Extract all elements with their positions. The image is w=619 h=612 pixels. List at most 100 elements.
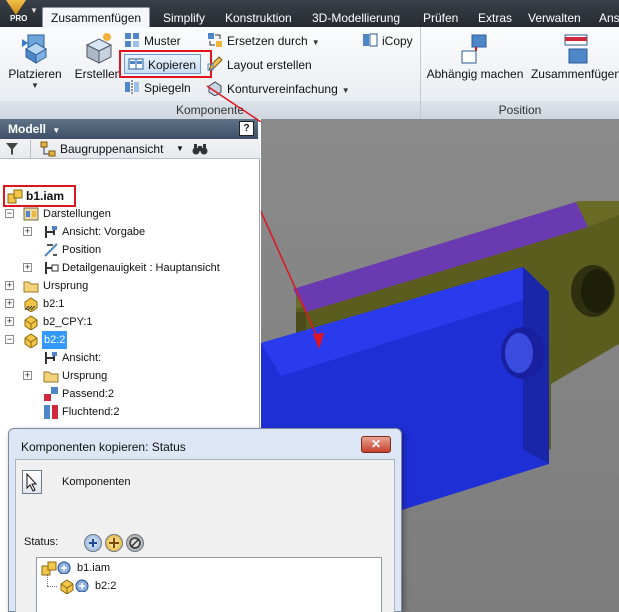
chevron-down-icon: ▼ bbox=[341, 86, 350, 95]
constrain-icon bbox=[458, 31, 492, 67]
folder-icon bbox=[43, 368, 59, 384]
browser-header: Modell ▼ ? Baugruppenansicht ▼ bbox=[0, 119, 260, 159]
icopy-icon bbox=[362, 32, 378, 48]
layout-pencil-icon bbox=[207, 56, 223, 72]
tab-zusammenfuegen[interactable]: Zusammenfügen bbox=[42, 7, 151, 27]
view-rep-icon bbox=[43, 350, 59, 366]
find-binoculars-icon[interactable] bbox=[192, 141, 208, 160]
close-icon[interactable]: ✕ bbox=[361, 436, 391, 453]
icopy-label: iCopy bbox=[382, 34, 413, 48]
tab-konstruktion[interactable]: Konstruktion bbox=[225, 9, 292, 27]
annotation-arrow-start bbox=[206, 85, 262, 122]
help-icon[interactable]: ? bbox=[239, 121, 254, 136]
add-icon bbox=[89, 539, 97, 547]
expand-icon[interactable]: + bbox=[5, 281, 14, 290]
chevron-down-icon[interactable]: ▼ bbox=[176, 144, 184, 153]
tree-connector bbox=[47, 586, 57, 587]
tree-label: b2:1 bbox=[43, 298, 65, 310]
tab-ansicht[interactable]: Ans bbox=[599, 9, 619, 27]
place-component-icon bbox=[18, 31, 52, 67]
dialog-body: Komponenten Status: b1.iam b2:2 bbox=[15, 459, 395, 612]
blue-hole-inner bbox=[505, 333, 533, 373]
reuse-icon bbox=[109, 538, 119, 548]
tab-simplify[interactable]: Simplify bbox=[163, 9, 205, 27]
lod-icon bbox=[43, 260, 59, 276]
ribbon: Platzieren ▼ Erstellen Muster Kopieren S… bbox=[0, 27, 619, 119]
part-icon bbox=[23, 314, 39, 331]
status-include-button[interactable] bbox=[84, 534, 102, 552]
tree-label: Ursprung bbox=[62, 370, 108, 382]
spiegeln-button[interactable]: Spiegeln bbox=[124, 78, 191, 98]
tree-label-selected: b2:2 bbox=[42, 331, 68, 349]
view-mode-label[interactable]: Baugruppenansicht bbox=[60, 142, 163, 156]
tab-3d-modellierung[interactable]: 3D-Modellierung bbox=[312, 9, 400, 27]
inventor-logo-icon bbox=[6, 0, 26, 15]
toolbar-divider bbox=[30, 140, 31, 158]
collapse-icon[interactable]: − bbox=[5, 209, 14, 218]
panel-label-position: Position bbox=[421, 101, 619, 119]
zusammenfuegen-button[interactable]: Zusammenfügen bbox=[528, 31, 619, 81]
spiegeln-label: Spiegeln bbox=[144, 81, 191, 95]
flush-constraint-icon bbox=[43, 404, 59, 420]
ribbon-tab-bar: PRO ▼ Zusammenfügen Simplify Konstruktio… bbox=[0, 0, 619, 27]
expand-icon[interactable]: + bbox=[23, 263, 32, 272]
create-component-icon bbox=[81, 31, 115, 67]
expand-icon[interactable]: + bbox=[23, 371, 32, 380]
layout-erstellen-button[interactable]: Layout erstellen bbox=[207, 55, 312, 75]
tab-verwalten[interactable]: Verwalten bbox=[528, 9, 581, 27]
dialog-title: Komponenten kopieren: Status bbox=[21, 440, 186, 454]
filter-icon[interactable] bbox=[5, 141, 19, 160]
tree-connector bbox=[47, 574, 48, 586]
icopy-button[interactable]: iCopy bbox=[362, 31, 413, 51]
abhaengig-label: Abhängig machen bbox=[426, 67, 524, 81]
components-label: Komponenten bbox=[62, 476, 131, 488]
application-menu-button[interactable]: PRO ▼ bbox=[0, 0, 40, 27]
replace-icon bbox=[207, 32, 223, 48]
expand-icon[interactable]: + bbox=[5, 317, 14, 326]
expand-icon[interactable]: + bbox=[23, 227, 32, 236]
erstellen-button[interactable]: Erstellen bbox=[70, 31, 126, 81]
expand-icon[interactable]: + bbox=[5, 299, 14, 308]
tree-label: Fluchtend:2 bbox=[62, 406, 120, 418]
exclude-icon bbox=[129, 537, 141, 549]
ersetzen-durch-button[interactable]: Ersetzen durch ▼ bbox=[207, 31, 320, 51]
tree-label: Darstellungen bbox=[43, 208, 111, 220]
platzieren-button[interactable]: Platzieren ▼ bbox=[6, 31, 64, 90]
layout-label: Layout erstellen bbox=[227, 58, 312, 72]
status-label: Status: bbox=[24, 536, 59, 548]
browser-title-label: Modell bbox=[8, 122, 46, 136]
list-item-label: b2:2 bbox=[95, 580, 117, 592]
browser-title[interactable]: Modell ▼ ? bbox=[0, 119, 258, 139]
tree-label: Detailgenauigkeit : Hauptansicht bbox=[62, 262, 220, 274]
components-list: b1.iam b2:2 bbox=[36, 557, 382, 612]
add-status-icon bbox=[75, 578, 89, 594]
tree-node-darstellungen[interactable]: − Darstellungen bbox=[5, 205, 255, 223]
tree-label: Ansicht: Vorgabe bbox=[62, 226, 146, 238]
kopieren-highlight-box bbox=[119, 50, 212, 78]
tree-label: Ursprung bbox=[43, 280, 89, 292]
tree-label: Passend:2 bbox=[62, 388, 114, 400]
collapse-icon[interactable]: − bbox=[5, 335, 14, 344]
select-components-button[interactable] bbox=[22, 470, 42, 494]
part-grounded-icon bbox=[23, 296, 39, 313]
zusammenfuegen-label: Zusammenfügen bbox=[530, 67, 619, 81]
tab-pruefen[interactable]: Prüfen bbox=[423, 9, 458, 27]
pro-badge: PRO bbox=[10, 14, 28, 23]
muster-button[interactable]: Muster bbox=[124, 31, 181, 51]
chevron-down-icon: ▼ bbox=[30, 6, 38, 15]
tree-label: b2_CPY:1 bbox=[43, 316, 93, 328]
assembly-view-icon bbox=[40, 141, 56, 160]
cursor-arrow-icon bbox=[26, 472, 38, 492]
chevron-down-icon: ▼ bbox=[311, 38, 320, 47]
part-icon bbox=[23, 332, 39, 349]
status-reuse-button[interactable] bbox=[105, 534, 123, 552]
ersetzen-label: Ersetzen durch bbox=[227, 34, 308, 48]
tree-label: Ansicht: bbox=[62, 352, 102, 364]
muster-label: Muster bbox=[144, 34, 181, 48]
abhaengig-machen-button[interactable]: Abhängig machen bbox=[424, 31, 526, 81]
erstellen-label: Erstellen bbox=[74, 67, 122, 81]
folder-icon bbox=[23, 278, 39, 294]
add-status-icon bbox=[57, 560, 71, 576]
tab-extras[interactable]: Extras bbox=[478, 9, 512, 27]
status-exclude-button[interactable] bbox=[126, 534, 144, 552]
